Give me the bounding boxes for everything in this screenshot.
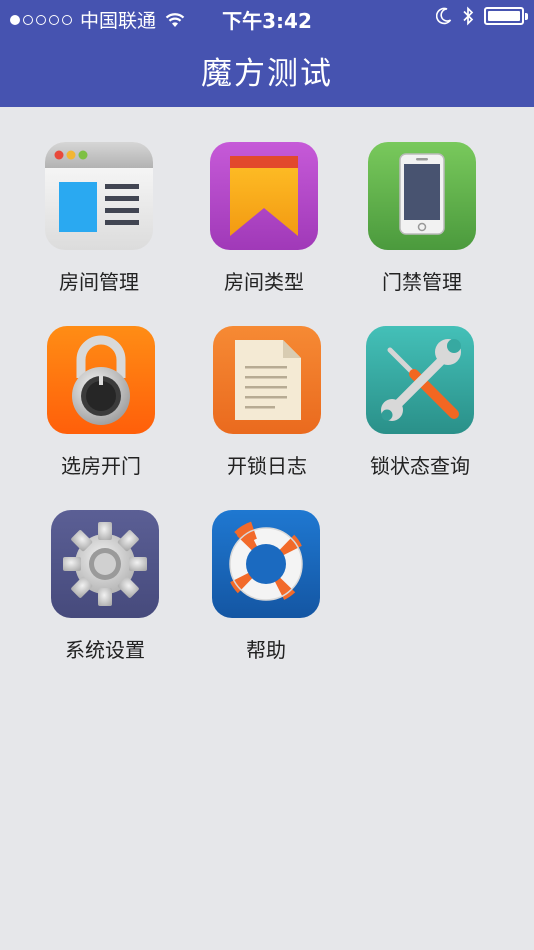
menu-item-label: 系统设置: [65, 638, 145, 662]
battery-icon: [484, 7, 528, 25]
moon-icon: [436, 7, 452, 25]
menu-item-label: 帮助: [246, 638, 286, 662]
padlock-icon: [47, 326, 155, 434]
status-bar: 中国联通 下午3:42: [0, 0, 534, 36]
menu-item-system-settings[interactable]: 系统设置: [30, 510, 180, 680]
menu-item-label: 房间管理: [59, 270, 139, 294]
bluetooth-icon: [463, 6, 474, 26]
menu-item-lock-status-query[interactable]: 锁状态查询: [345, 326, 495, 496]
menu-item-label: 选房开门: [61, 454, 141, 478]
menu-item-label: 开锁日志: [227, 454, 307, 478]
menu-item-help[interactable]: 帮助: [191, 510, 341, 680]
browser-window-icon: [45, 142, 153, 250]
page-title: 魔方测试: [201, 56, 333, 92]
menu-item-room-type[interactable]: 房间类型: [189, 142, 339, 312]
menu-item-label: 门禁管理: [382, 270, 462, 294]
menu-item-select-room-open-door[interactable]: 选房开门: [26, 326, 176, 496]
app-header: 中国联通 下午3:42 魔方测试: [0, 0, 534, 107]
menu-item-unlock-log[interactable]: 开锁日志: [192, 326, 342, 496]
bookmark-icon: [210, 142, 318, 250]
menu-item-label: 锁状态查询: [370, 454, 470, 478]
menu-item-room-management[interactable]: 房间管理: [24, 142, 174, 312]
menu-item-access-control[interactable]: 门禁管理: [347, 142, 497, 312]
menu-item-label: 房间类型: [224, 270, 304, 294]
phone-icon: [368, 142, 476, 250]
lifebuoy-icon: [212, 510, 320, 618]
tools-icon: [366, 326, 474, 434]
gear-icon: [51, 510, 159, 618]
document-icon: [213, 326, 321, 434]
